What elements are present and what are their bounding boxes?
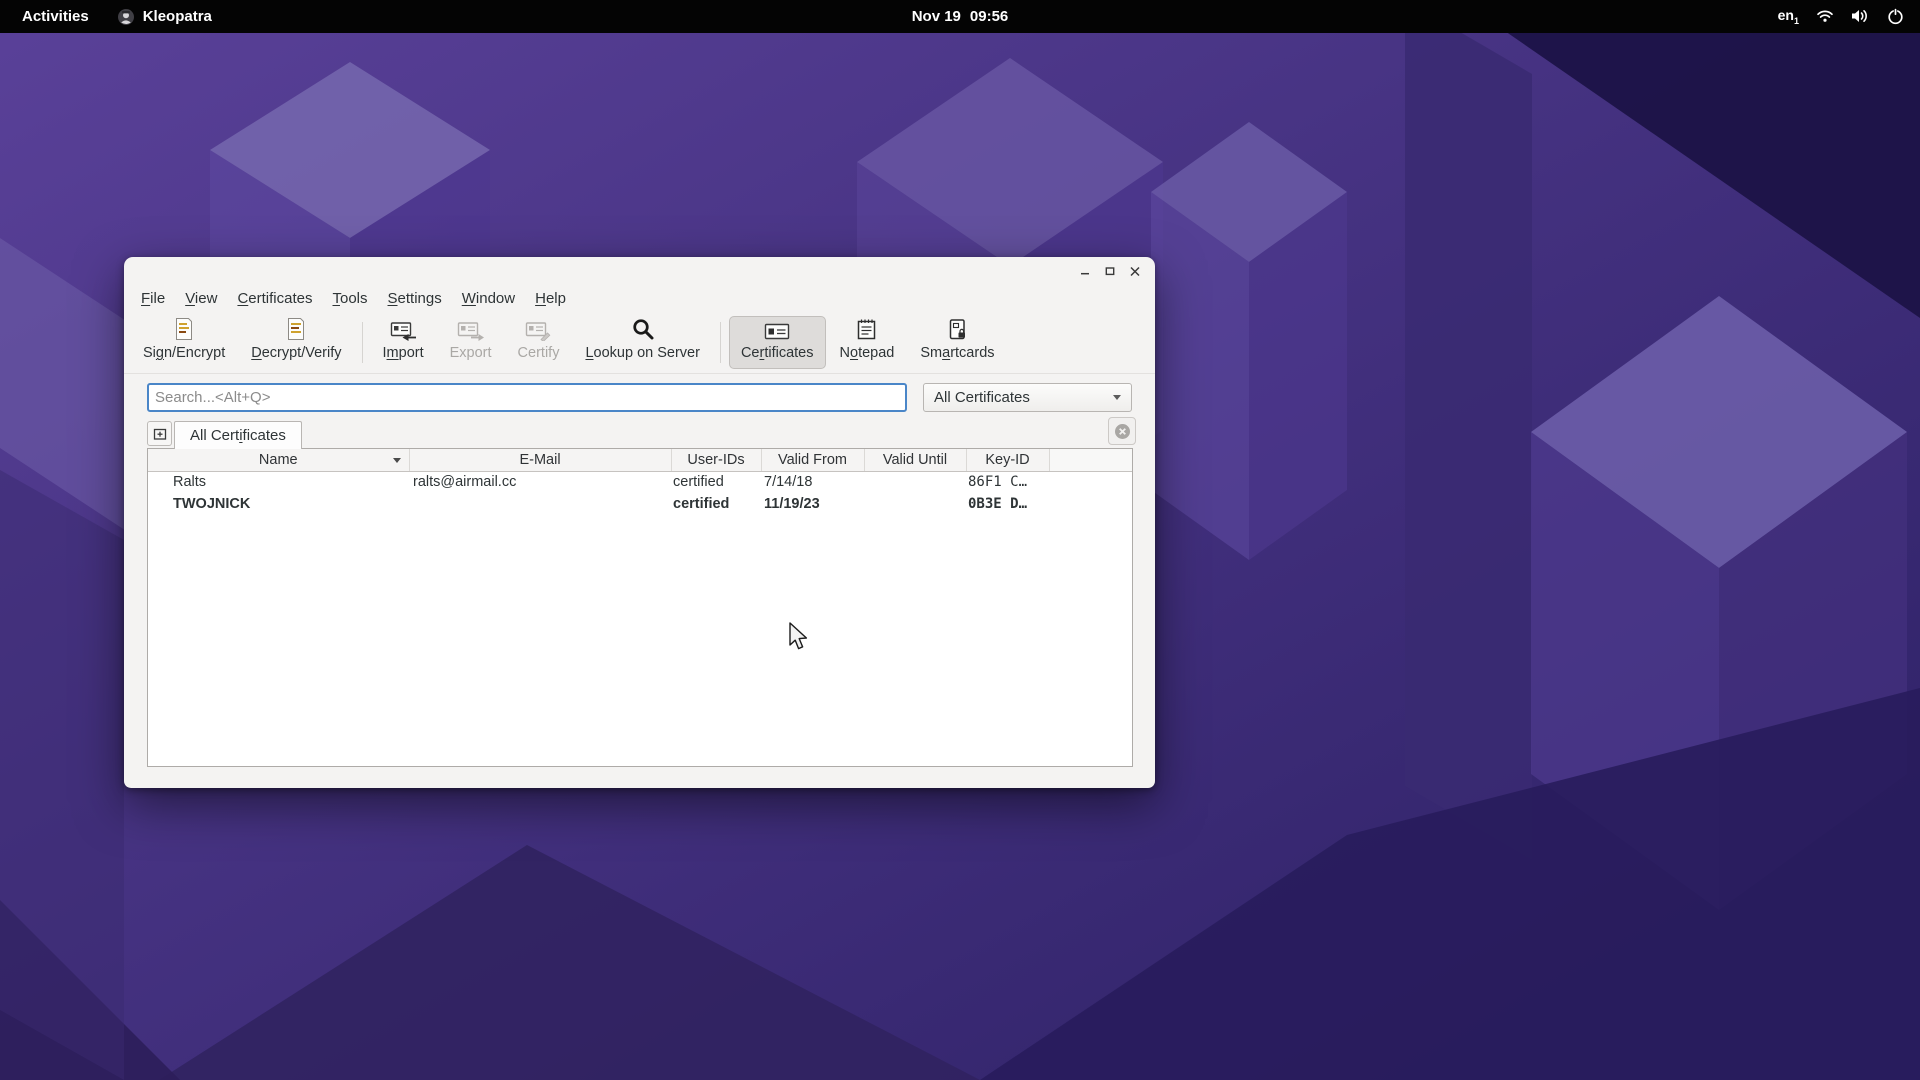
export-icon xyxy=(457,321,484,341)
window-titlebar[interactable] xyxy=(124,257,1155,284)
keyboard-layout-indicator[interactable]: en1 xyxy=(1778,7,1799,26)
smartcards-label: Smartcards xyxy=(920,345,994,361)
menu-tools[interactable]: Tools xyxy=(322,287,377,310)
sign-encrypt-button[interactable]: Sign/Encrypt xyxy=(131,316,237,369)
app-indicator[interactable]: Kleopatra xyxy=(117,8,212,26)
menu-certificates[interactable]: Certificates xyxy=(227,287,322,310)
cell-key-id[interactable]: 0B3E D… xyxy=(966,493,1049,515)
clear-icon xyxy=(1114,423,1131,440)
tab-bar: All Certificates xyxy=(147,417,1132,448)
certify-button: Certify xyxy=(506,316,572,369)
cell-key-id[interactable]: 86F1 C… xyxy=(966,471,1049,493)
system-status-area[interactable]: en1 xyxy=(1778,7,1904,26)
sort-descending-icon xyxy=(393,458,401,463)
clock-time: 09:56 xyxy=(970,8,1008,25)
menu-settings[interactable]: Settings xyxy=(378,287,452,310)
column-header-valid-from[interactable]: Valid From xyxy=(761,449,864,471)
table-header-row: Name E-Mail User-IDs Valid From Valid Un… xyxy=(148,449,1132,471)
import-icon xyxy=(390,321,417,341)
column-header-valid-until[interactable]: Valid Until xyxy=(864,449,966,471)
lookup-on-server-label: Lookup on Server xyxy=(585,345,699,361)
menu-file[interactable]: File xyxy=(131,287,175,310)
clock[interactable]: Nov 19 09:56 xyxy=(850,8,1070,25)
menu-window[interactable]: Window xyxy=(452,287,525,310)
notepad-icon xyxy=(856,318,877,341)
certificate-filter-dropdown[interactable]: All Certificates xyxy=(923,383,1132,412)
menu-help[interactable]: Help xyxy=(525,287,576,310)
import-label: Import xyxy=(383,345,424,361)
sign-encrypt-icon xyxy=(173,317,195,341)
lookup-on-server-icon xyxy=(631,317,655,341)
cell-name[interactable]: Ralts xyxy=(148,471,409,493)
clear-tab-button xyxy=(1108,417,1136,445)
notepad-button[interactable]: Notepad xyxy=(828,316,907,369)
kleopatra-window: File View Certificates Tools Settings Wi… xyxy=(124,257,1155,788)
window-controls xyxy=(1075,257,1145,284)
cell-valid-from[interactable]: 7/14/18 xyxy=(761,471,864,493)
close-icon xyxy=(1129,265,1141,277)
decrypt-verify-label: Decrypt/Verify xyxy=(251,345,341,361)
smartcards-button[interactable]: Smartcards xyxy=(908,316,1006,369)
app-indicator-label: Kleopatra xyxy=(143,8,212,25)
certificates-view-label: Certificates xyxy=(741,345,814,361)
decrypt-verify-button[interactable]: Decrypt/Verify xyxy=(239,316,353,369)
gnome-top-bar: Activities Kleopatra Nov 19 09:56 en1 xyxy=(0,0,1920,33)
sign-encrypt-label: Sign/Encrypt xyxy=(143,345,225,361)
cell-user-ids[interactable]: certified xyxy=(671,471,761,493)
volume-icon[interactable] xyxy=(1851,8,1870,24)
column-filler xyxy=(1049,449,1132,471)
cell-valid-until[interactable] xyxy=(864,493,966,515)
power-icon[interactable] xyxy=(1887,8,1904,25)
smartcards-icon xyxy=(947,318,968,341)
certificate-list: Name E-Mail User-IDs Valid From Valid Un… xyxy=(147,448,1133,767)
toolbar: Sign/Encrypt Decrypt/Verify xyxy=(124,312,1155,374)
toolbar-separator xyxy=(362,322,363,363)
cell-email[interactable] xyxy=(409,493,671,515)
certificate-row[interactable]: TWOJNICK certified 11/19/23 0B3E D… xyxy=(148,493,1132,515)
certificate-row[interactable]: Ralts ralts@airmail.cc certified 7/14/18… xyxy=(148,471,1132,493)
cell-name[interactable]: TWOJNICK xyxy=(148,493,409,515)
maximize-button[interactable] xyxy=(1100,261,1120,281)
search-input[interactable] xyxy=(147,383,907,412)
cell-user-ids[interactable]: certified xyxy=(671,493,761,515)
lookup-on-server-button[interactable]: Lookup on Server xyxy=(573,316,711,369)
clock-date: Nov 19 xyxy=(912,8,961,25)
chevron-down-icon xyxy=(1113,395,1121,400)
cell-valid-from[interactable]: 11/19/23 xyxy=(761,493,864,515)
filter-dropdown-value: All Certificates xyxy=(934,389,1030,406)
cell-email[interactable]: ralts@airmail.cc xyxy=(409,471,671,493)
new-tab-button[interactable] xyxy=(147,421,172,446)
column-header-email[interactable]: E-Mail xyxy=(409,449,671,471)
column-header-user-ids[interactable]: User-IDs xyxy=(671,449,761,471)
column-header-name[interactable]: Name xyxy=(148,449,409,471)
new-tab-icon xyxy=(152,426,168,442)
wifi-icon[interactable] xyxy=(1816,8,1834,24)
menu-view[interactable]: View xyxy=(175,287,227,310)
column-header-key-id[interactable]: Key-ID xyxy=(966,449,1049,471)
decrypt-verify-icon xyxy=(285,317,307,341)
toolbar-separator xyxy=(720,322,721,363)
certificates-icon xyxy=(764,321,790,341)
import-button[interactable]: Import xyxy=(371,316,436,369)
activities-button[interactable]: Activities xyxy=(17,8,94,25)
tab-all-certificates[interactable]: All Certificates xyxy=(174,421,302,449)
search-row: All Certificates xyxy=(147,383,1132,412)
menu-bar: File View Certificates Tools Settings Wi… xyxy=(124,284,1155,312)
maximize-icon xyxy=(1104,265,1116,277)
minimize-icon xyxy=(1079,265,1091,277)
minimize-button[interactable] xyxy=(1075,261,1095,281)
export-label: Export xyxy=(450,345,492,361)
kleopatra-app-icon xyxy=(117,8,135,26)
notepad-label: Notepad xyxy=(840,345,895,361)
certify-icon xyxy=(525,321,552,341)
close-button[interactable] xyxy=(1125,261,1145,281)
cell-valid-until[interactable] xyxy=(864,471,966,493)
certify-label: Certify xyxy=(518,345,560,361)
mouse-cursor xyxy=(788,622,810,652)
certificates-view-button[interactable]: Certificates xyxy=(729,316,826,369)
export-button: Export xyxy=(438,316,504,369)
